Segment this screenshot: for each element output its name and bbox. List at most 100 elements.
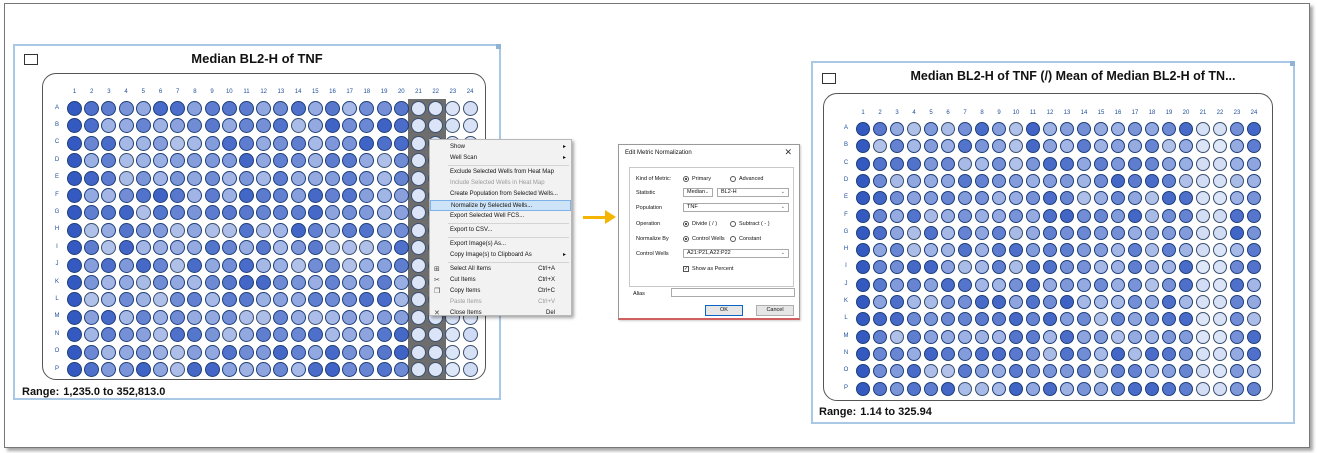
well[interactable] — [1179, 329, 1193, 344]
well[interactable] — [221, 205, 237, 221]
well[interactable] — [924, 225, 938, 240]
well[interactable] — [101, 362, 117, 377]
well[interactable] — [992, 243, 1006, 258]
well[interactable] — [1162, 156, 1176, 171]
well[interactable] — [221, 135, 237, 151]
well[interactable] — [153, 362, 168, 377]
well[interactable] — [1247, 364, 1261, 379]
well[interactable] — [342, 205, 358, 221]
well[interactable] — [873, 381, 887, 396]
well[interactable] — [204, 135, 220, 151]
well[interactable] — [290, 222, 306, 238]
well[interactable] — [153, 101, 168, 116]
well[interactable] — [221, 327, 237, 343]
well[interactable] — [204, 153, 220, 169]
well[interactable] — [873, 312, 887, 327]
well[interactable] — [462, 101, 478, 116]
column-header[interactable]: 15 — [308, 89, 323, 95]
well[interactable] — [118, 240, 134, 256]
well[interactable] — [1162, 260, 1176, 275]
well[interactable] — [187, 101, 203, 116]
well[interactable] — [342, 222, 358, 238]
well[interactable] — [890, 364, 904, 379]
row-header[interactable]: J — [53, 261, 61, 267]
well[interactable] — [118, 275, 134, 290]
well[interactable] — [1077, 381, 1091, 396]
well[interactable] — [290, 309, 306, 325]
well[interactable] — [1111, 208, 1125, 223]
well[interactable] — [153, 205, 168, 221]
well[interactable] — [256, 309, 272, 325]
well[interactable] — [1196, 364, 1210, 379]
well[interactable] — [101, 101, 117, 116]
well[interactable] — [924, 329, 938, 344]
row-header[interactable]: O — [53, 348, 61, 354]
well[interactable] — [1009, 225, 1023, 240]
control-wells-radio[interactable] — [683, 236, 689, 242]
well[interactable] — [153, 153, 168, 169]
well[interactable] — [924, 346, 938, 361]
well[interactable] — [941, 191, 955, 206]
well[interactable] — [1009, 346, 1023, 361]
well[interactable] — [907, 295, 921, 309]
well[interactable] — [1060, 208, 1074, 223]
well[interactable] — [67, 222, 82, 238]
well[interactable] — [221, 309, 237, 325]
well[interactable] — [890, 312, 904, 327]
well[interactable] — [1145, 208, 1159, 223]
well[interactable] — [307, 170, 323, 186]
well[interactable] — [1247, 277, 1261, 292]
well[interactable] — [941, 346, 955, 361]
well[interactable] — [992, 295, 1006, 309]
well[interactable] — [153, 257, 168, 273]
well[interactable] — [325, 344, 340, 360]
well[interactable] — [958, 173, 972, 188]
well[interactable] — [1111, 139, 1125, 154]
well[interactable] — [1145, 243, 1159, 258]
well[interactable] — [975, 329, 989, 344]
well[interactable] — [187, 362, 203, 377]
well[interactable] — [359, 344, 375, 360]
well[interactable] — [1128, 346, 1142, 361]
well[interactable] — [975, 346, 989, 361]
well[interactable] — [325, 170, 340, 186]
well[interactable] — [1060, 381, 1074, 396]
well[interactable] — [67, 344, 82, 360]
well[interactable] — [1128, 243, 1142, 258]
well[interactable] — [376, 170, 392, 186]
well[interactable] — [153, 240, 168, 256]
menu-item-paste-items[interactable]: Paste Items Ctrl+V — [430, 297, 571, 308]
well[interactable] — [239, 292, 254, 308]
well[interactable] — [873, 329, 887, 344]
column-header[interactable]: 11 — [1026, 110, 1040, 116]
well[interactable] — [958, 139, 972, 154]
well[interactable] — [958, 243, 972, 258]
well[interactable] — [958, 260, 972, 275]
well[interactable] — [67, 188, 82, 203]
well[interactable] — [290, 362, 306, 377]
well[interactable] — [907, 122, 921, 136]
well[interactable] — [856, 346, 870, 361]
well[interactable] — [376, 344, 392, 360]
well[interactable] — [204, 309, 220, 325]
well[interactable] — [204, 222, 220, 238]
well[interactable] — [1162, 364, 1176, 379]
well[interactable] — [239, 153, 254, 169]
well[interactable] — [1247, 329, 1261, 344]
well[interactable] — [1060, 191, 1074, 206]
well[interactable] — [924, 260, 938, 275]
well[interactable] — [256, 240, 272, 256]
well[interactable] — [170, 135, 186, 151]
well[interactable] — [924, 208, 938, 223]
well[interactable] — [1043, 364, 1057, 379]
well[interactable] — [1213, 156, 1227, 171]
well[interactable] — [1111, 260, 1125, 275]
well[interactable] — [204, 118, 220, 134]
menu-item-create-population-from-selected-wells[interactable]: Create Population from Selected Wells... — [430, 189, 571, 200]
well[interactable] — [393, 135, 409, 151]
well[interactable] — [907, 381, 921, 396]
well[interactable] — [1230, 208, 1244, 223]
well[interactable] — [873, 295, 887, 309]
well[interactable] — [393, 153, 409, 169]
well[interactable] — [1060, 277, 1074, 292]
